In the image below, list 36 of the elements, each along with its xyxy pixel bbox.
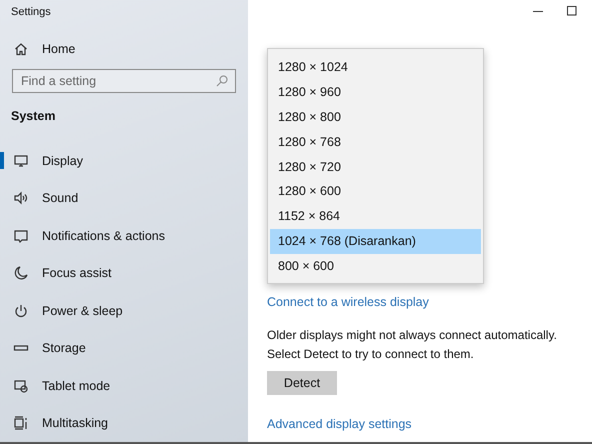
speaker-icon [13,190,29,206]
sidebar-item[interactable]: Tablet mode [0,367,110,404]
advanced-settings-link[interactable]: Advanced display settings [267,417,412,431]
sidebar-item[interactable]: Storage [0,330,86,367]
message-icon [13,228,29,244]
selection-bar [0,152,4,169]
resolution-option[interactable]: 1280 × 960 [270,80,481,105]
sidebar-item[interactable]: Multitasking [0,404,108,442]
search-icon [214,73,230,89]
wireless-display-link[interactable]: Connect to a wireless display [267,295,429,309]
power-icon [13,302,29,319]
sidebar-item[interactable]: Sound [0,180,78,217]
resolution-option[interactable]: 800 × 600 [270,254,481,280]
sidebar-item[interactable]: Power & sleep [0,292,123,330]
detect-button[interactable]: Detect [267,371,337,395]
home-icon [13,41,29,57]
moon-icon [13,265,29,282]
tablet-icon [13,378,29,394]
resolution-option[interactable]: 1280 × 800 [270,104,481,130]
resolution-option[interactable]: 1280 × 1024 [270,55,481,80]
monitor-icon [13,152,29,169]
resolution-option[interactable]: 1280 × 720 [270,154,481,180]
window-title: Settings [11,5,51,19]
section-heading: System [11,109,56,123]
sidebar-item[interactable]: Display [0,142,83,180]
resolution-option[interactable]: 1280 × 768 [270,130,481,155]
multitasking-icon [13,415,29,432]
sidebar-item[interactable]: Notifications & actions [0,217,165,254]
home-item[interactable]: Home [0,41,76,57]
search-field[interactable]: Find a setting [12,69,236,93]
sidebar-item[interactable]: Focus assist [0,254,112,292]
resolution-option[interactable]: 1152 × 864 [270,204,481,230]
resolution-option[interactable]: 1024 × 768 (Disarankan) [270,229,481,254]
detect-description: Older displays might not always connect automatically. Select Detect to try to connect to them. [267,327,558,363]
resolution-option[interactable]: 1280 × 600 [270,179,481,204]
maximize-icon[interactable] [566,5,578,17]
